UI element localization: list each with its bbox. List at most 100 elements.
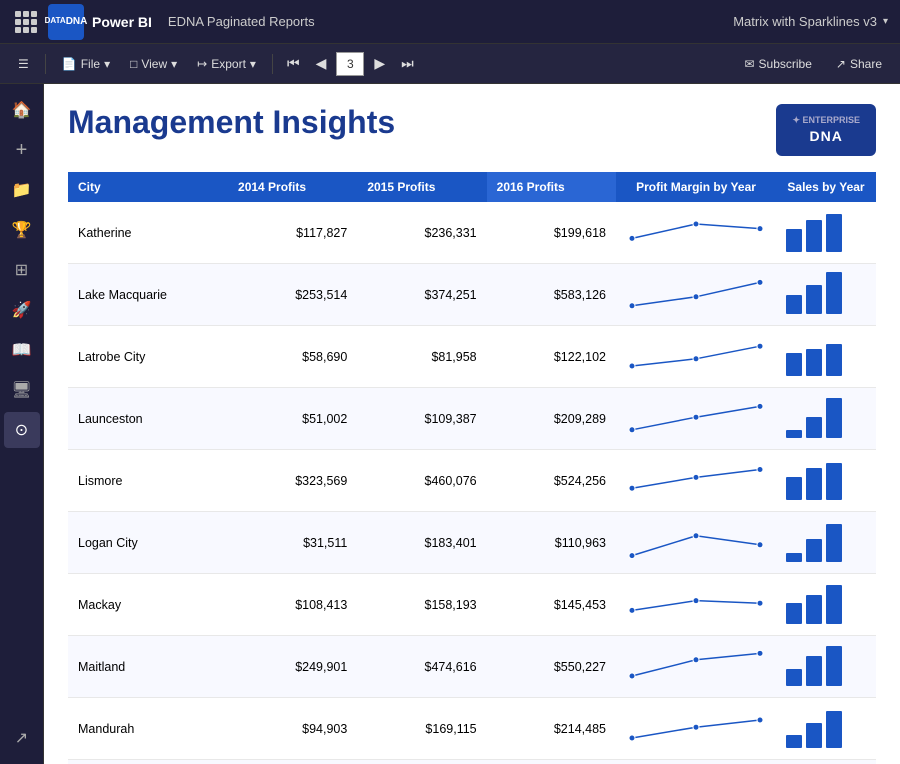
cell-city: Mackay <box>68 574 228 636</box>
cell-2014: $323,569 <box>228 450 357 512</box>
export-icon: ↦ <box>197 57 207 71</box>
table-row: Latrobe City $58,690 $81,958 $122,102 <box>68 326 876 388</box>
cell-bars <box>776 760 876 764</box>
cell-2014: $75,970 <box>228 760 357 764</box>
main-layout: 🏠 + 📁 🏆 ⊞ 🚀 📖 🖥 ⊙ ↗ Management Insights … <box>0 84 900 764</box>
cell-2015: $81,958 <box>357 326 486 388</box>
sidebar-icon-book[interactable]: 📖 <box>4 332 40 368</box>
sidebar-icon-grid[interactable]: ⊞ <box>4 252 40 288</box>
file-chevron: ▾ <box>104 57 110 71</box>
data-table: City 2014 Profits 2015 Profits 2016 Prof… <box>68 172 876 764</box>
table-row: Maryborough $75,970 $194,048 $108,591 <box>68 760 876 764</box>
col-2016: 2016 Profits <box>487 172 616 202</box>
cell-2014: $253,514 <box>228 264 357 326</box>
toolbar: ☰ 📄 File ▾ □ View ▾ ↦ Export ▾ ⏮ ◀ 3 ▶ ⏭… <box>0 44 900 84</box>
cell-2016: $145,453 <box>487 574 616 636</box>
cell-city: Maryborough <box>68 760 228 764</box>
sidebar-icon-arrow[interactable]: ↗ <box>4 720 40 756</box>
cell-sparkline <box>616 326 776 388</box>
next-page-button[interactable]: ▶ <box>368 51 391 76</box>
cell-city: Launceston <box>68 388 228 450</box>
share-icon: ↗ <box>836 57 846 71</box>
table-row: Logan City $31,511 $183,401 $110,963 <box>68 512 876 574</box>
view-chevron: ▾ <box>171 57 177 71</box>
cell-city: Mandurah <box>68 698 228 760</box>
cell-2014: $94,903 <box>228 698 357 760</box>
table-header-row: City 2014 Profits 2015 Profits 2016 Prof… <box>68 172 876 202</box>
view-icon: □ <box>130 57 137 71</box>
edna-top-text: ✦ ENTERPRISE <box>792 114 860 127</box>
cell-sparkline <box>616 698 776 760</box>
sidebar-icon-folder[interactable]: 📁 <box>4 172 40 208</box>
app-grid-icon[interactable] <box>12 0 40 44</box>
cell-2015: $109,387 <box>357 388 486 450</box>
last-page-button[interactable]: ⏭ <box>395 51 420 76</box>
table-row: Mackay $108,413 $158,193 $145,453 <box>68 574 876 636</box>
cell-sparkline <box>616 202 776 264</box>
cell-2015: $169,115 <box>357 698 486 760</box>
table-row: Lismore $323,569 $460,076 $524,256 <box>68 450 876 512</box>
page-number[interactable]: 3 <box>336 52 364 76</box>
cell-2016: $550,227 <box>487 636 616 698</box>
table-body: Katherine $117,827 $236,331 $199,618 Lak… <box>68 202 876 764</box>
cell-bars <box>776 698 876 760</box>
sidebar-icon-rocket[interactable]: 🚀 <box>4 292 40 328</box>
cell-2014: $58,690 <box>228 326 357 388</box>
cell-sparkline <box>616 450 776 512</box>
cell-sparkline <box>616 512 776 574</box>
chevron-down-icon[interactable]: ▾ <box>883 16 888 27</box>
share-button[interactable]: ↗ Share <box>828 53 890 75</box>
cell-2014: $31,511 <box>228 512 357 574</box>
cell-sparkline <box>616 388 776 450</box>
edna-logo: ✦ ENTERPRISE DNA <box>776 104 876 156</box>
cell-bars <box>776 264 876 326</box>
cell-2015: $158,193 <box>357 574 486 636</box>
cell-bars <box>776 388 876 450</box>
cell-city: Latrobe City <box>68 326 228 388</box>
file-button[interactable]: 📄 File ▾ <box>54 53 118 75</box>
cell-bars <box>776 326 876 388</box>
cell-2016: $122,102 <box>487 326 616 388</box>
view-button[interactable]: □ View ▾ <box>122 53 185 75</box>
prev-page-button[interactable]: ◀ <box>310 51 333 76</box>
first-page-button[interactable]: ⏮ <box>281 51 306 76</box>
matrix-title: Matrix with Sparklines v3 <box>733 14 877 29</box>
edna-brand-text: DNA <box>810 127 843 147</box>
subscribe-button[interactable]: ✉ Subscribe <box>736 53 819 75</box>
cell-2016: $110,963 <box>487 512 616 574</box>
cell-2015: $236,331 <box>357 202 486 264</box>
cell-2014: $108,413 <box>228 574 357 636</box>
col-2015: 2015 Profits <box>357 172 486 202</box>
toolbar-right: ✉ Subscribe ↗ Share <box>736 53 890 75</box>
export-button[interactable]: ↦ Export ▾ <box>189 53 264 75</box>
cell-city: Lismore <box>68 450 228 512</box>
cell-bars <box>776 636 876 698</box>
report-title: Management Insights <box>68 104 395 141</box>
app-name: Power BI <box>92 14 152 30</box>
cell-city: Logan City <box>68 512 228 574</box>
sidebar-icon-add[interactable]: + <box>4 132 40 168</box>
separator2 <box>272 54 273 74</box>
cell-city: Maitland <box>68 636 228 698</box>
report-header: Management Insights ✦ ENTERPRISE DNA <box>68 104 876 156</box>
table-row: Launceston $51,002 $109,387 $209,289 <box>68 388 876 450</box>
cell-bars <box>776 450 876 512</box>
cell-2015: $474,616 <box>357 636 486 698</box>
cell-sparkline <box>616 760 776 764</box>
sidebar-icon-trophy[interactable]: 🏆 <box>4 212 40 248</box>
cell-2015: $194,048 <box>357 760 486 764</box>
cell-2016: $583,126 <box>487 264 616 326</box>
cell-2016: $199,618 <box>487 202 616 264</box>
cell-2016: $108,591 <box>487 760 616 764</box>
cell-2015: $374,251 <box>357 264 486 326</box>
hamburger-button[interactable]: ☰ <box>10 53 37 75</box>
col-2014: 2014 Profits <box>228 172 357 202</box>
export-chevron: ▾ <box>250 57 256 71</box>
cell-2014: $249,901 <box>228 636 357 698</box>
sidebar-icon-circle[interactable]: ⊙ <box>4 412 40 448</box>
sidebar-icon-monitor[interactable]: 🖥 <box>4 372 40 408</box>
sidebar: 🏠 + 📁 🏆 ⊞ 🚀 📖 🖥 ⊙ ↗ <box>0 84 44 764</box>
sidebar-icon-home[interactable]: 🏠 <box>4 92 40 128</box>
cell-bars <box>776 202 876 264</box>
table-row: Maitland $249,901 $474,616 $550,227 <box>68 636 876 698</box>
